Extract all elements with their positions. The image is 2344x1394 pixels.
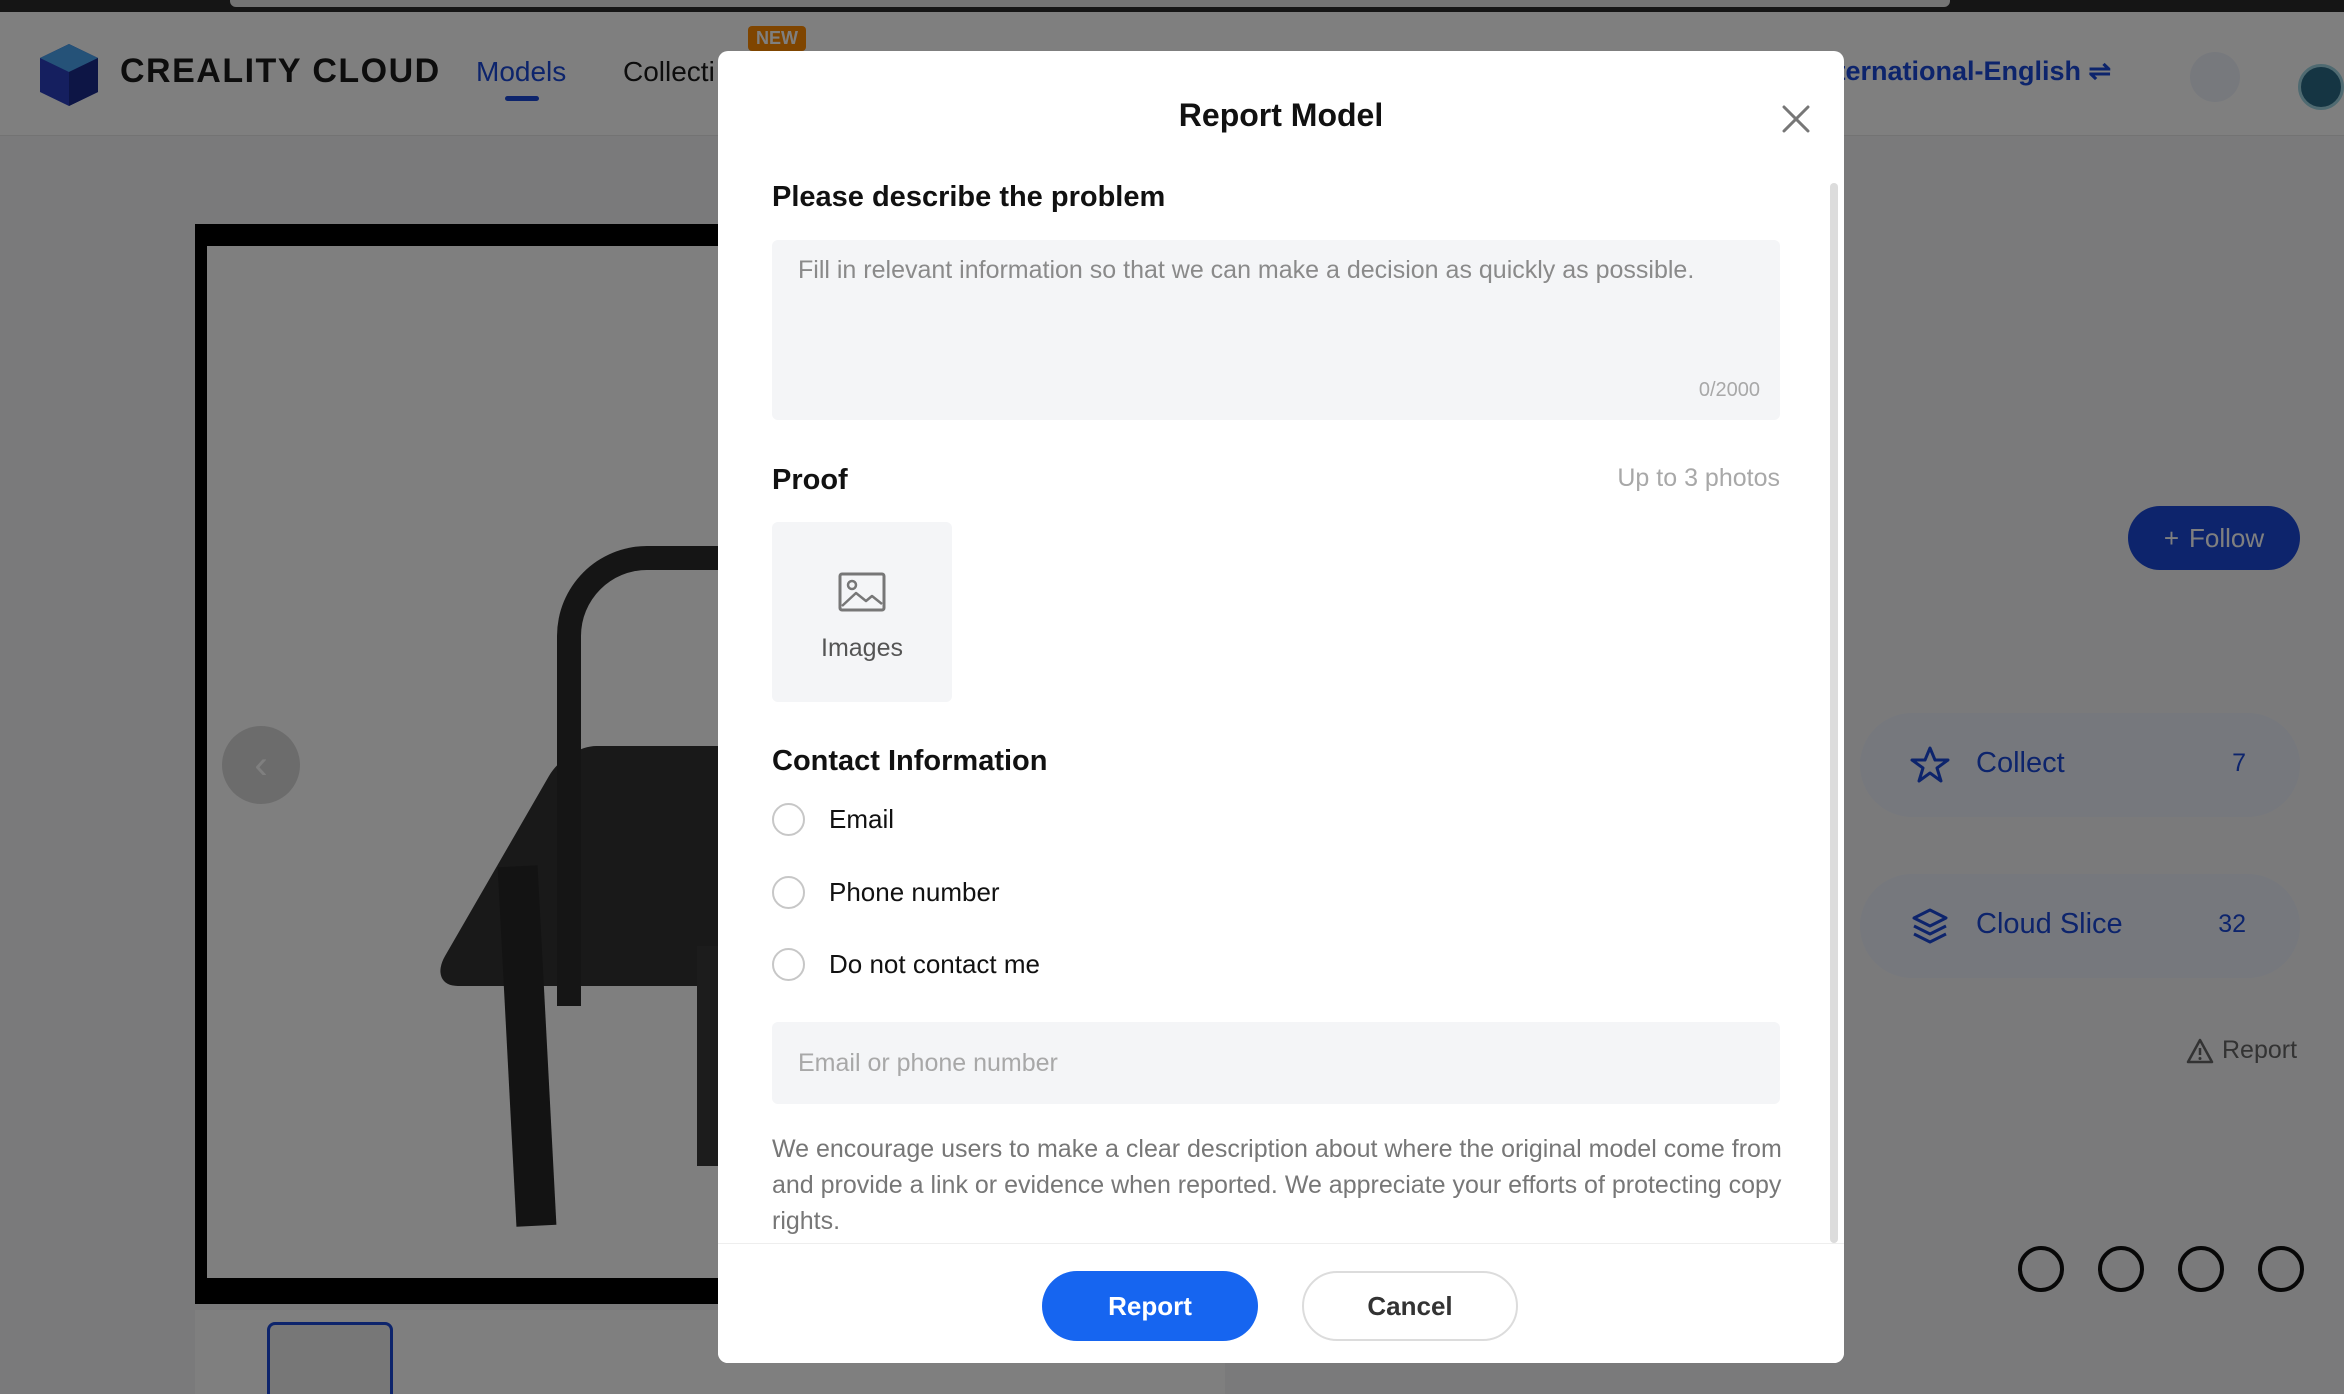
contact-option-email[interactable]: Email [772, 803, 894, 836]
report-button[interactable]: Report [1042, 1271, 1258, 1341]
problem-description-field: 0/2000 [772, 240, 1780, 420]
radio-label: Do not contact me [829, 949, 1040, 979]
contact-label: Contact Information [772, 745, 1048, 777]
proof-label: Proof [772, 464, 848, 496]
char-counter: 0/2000 [1698, 379, 1760, 401]
radio-button[interactable] [772, 803, 805, 836]
describe-label: Please describe the problem [772, 181, 1166, 213]
upload-label: Images [821, 634, 903, 662]
dialog-scrollbar[interactable] [1830, 183, 1838, 1243]
image-icon [838, 572, 886, 612]
dialog-title: Report Model [1178, 97, 1384, 133]
contact-option-phone[interactable]: Phone number [772, 876, 1000, 909]
radio-button[interactable] [772, 948, 805, 981]
radio-button[interactable] [772, 876, 805, 909]
contact-option-none[interactable]: Do not contact me [772, 948, 1040, 981]
radio-label: Email [829, 804, 895, 834]
close-icon[interactable] [1776, 99, 1816, 139]
cancel-button[interactable]: Cancel [1302, 1271, 1518, 1341]
dialog-footer: Report Cancel [718, 1243, 1844, 1363]
contact-input[interactable] [772, 1022, 1780, 1104]
radio-label: Phone number [829, 877, 1000, 907]
proof-hint: Up to 3 photos [1617, 464, 1780, 492]
copyright-notice: We encourage users to make a clear descr… [772, 1135, 1782, 1235]
report-model-dialog: Report Model Please describe the problem… [718, 51, 1844, 1363]
problem-description-textarea[interactable] [772, 240, 1780, 420]
image-upload-button[interactable]: Images [772, 522, 952, 702]
